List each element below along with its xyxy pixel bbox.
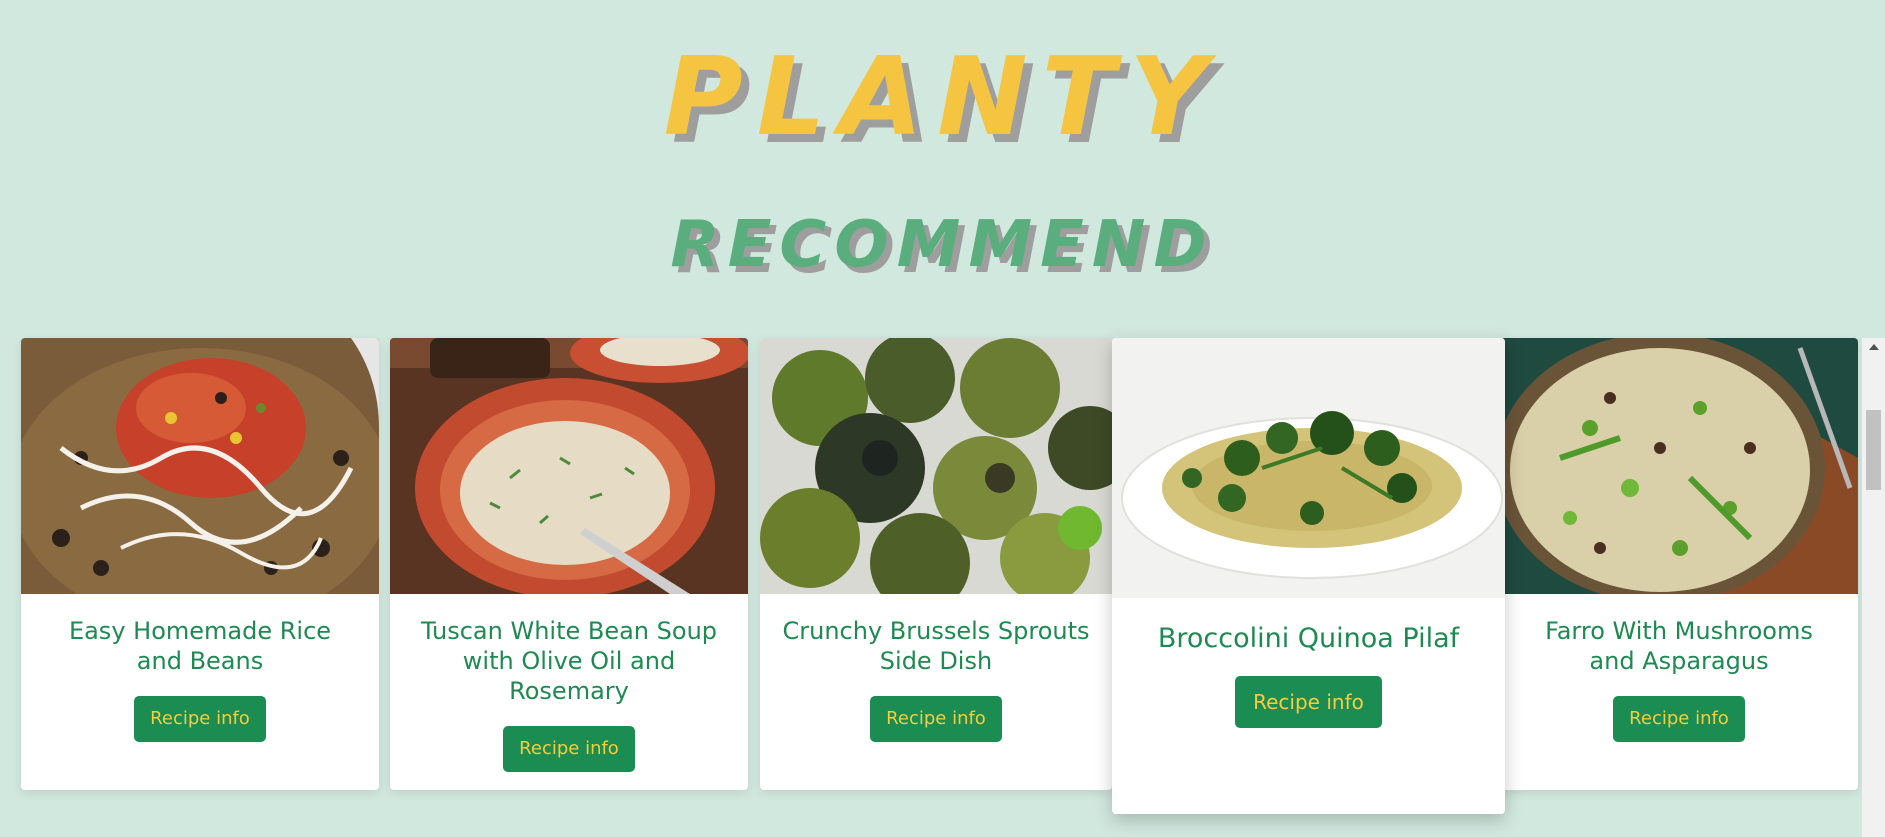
- recipe-image-white-bean-soup: [390, 338, 748, 594]
- scroll-up-arrow-icon[interactable]: [1869, 344, 1879, 350]
- recipe-image-quinoa-pilaf: [1112, 338, 1505, 598]
- recipe-title: Tuscan White Bean Soup with Olive Oil an…: [420, 617, 718, 705]
- recipe-title: Broccolini Quinoa Pilaf: [1157, 623, 1460, 654]
- recipe-card: Crunchy Brussels Sprouts Side Dish Recip…: [760, 338, 1112, 790]
- recipe-info-button[interactable]: Recipe info: [870, 696, 1002, 742]
- recipe-card: Farro With Mushrooms and Asparagus Recip…: [1500, 338, 1858, 790]
- recipe-card: Tuscan White Bean Soup with Olive Oil an…: [390, 338, 748, 790]
- recipe-info-button[interactable]: Recipe info: [503, 726, 635, 772]
- scrollbar-thumb[interactable]: [1866, 410, 1881, 490]
- recipe-card: Broccolini Quinoa Pilaf Recipe info: [1112, 338, 1505, 814]
- recipe-title: Easy Homemade Rice and Beans: [68, 617, 332, 675]
- recipe-image-brussels-sprouts: [760, 338, 1112, 594]
- recipe-title: Crunchy Brussels Sprouts Side Dish: [782, 617, 1090, 675]
- recipe-title: Farro With Mushrooms and Asparagus: [1545, 617, 1813, 675]
- recipe-image-farro-bowl: [1500, 338, 1858, 594]
- recipe-card-row: Easy Homemade Rice and Beans Recipe info…: [0, 338, 1862, 837]
- recipe-info-button[interactable]: Recipe info: [134, 696, 266, 742]
- recipe-image-rice-and-beans: [21, 338, 379, 594]
- vertical-scrollbar[interactable]: [1862, 338, 1885, 837]
- logo-title: PLANTY: [663, 35, 1222, 160]
- logo-subtitle: RECOMMEND: [670, 208, 1215, 282]
- recipe-info-button[interactable]: Recipe info: [1235, 676, 1382, 728]
- page-header: PLANTY RECOMMEND: [0, 0, 1885, 300]
- recipe-card: Easy Homemade Rice and Beans Recipe info: [21, 338, 379, 790]
- recipe-info-button[interactable]: Recipe info: [1613, 696, 1745, 742]
